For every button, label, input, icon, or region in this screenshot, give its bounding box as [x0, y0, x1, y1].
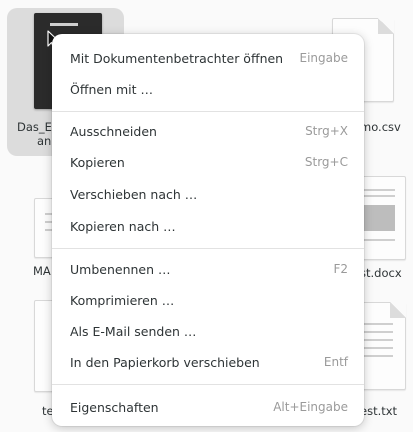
file-name: mo.csv	[360, 120, 401, 134]
thumbnail-title-bar	[50, 23, 78, 26]
menu-separator	[52, 248, 364, 249]
menu-separator	[52, 384, 364, 385]
menu-item-label: Öffnen mit …	[70, 81, 153, 97]
image-block	[363, 205, 395, 231]
text-line	[361, 347, 393, 349]
text-line	[363, 189, 395, 191]
menu-item-label: Ausschneiden	[70, 123, 157, 139]
menu-item-label: Verschieben nach …	[70, 186, 198, 202]
menu-item-rename[interactable]: Umbenennen … F2	[58, 254, 358, 284]
page-fold-icon	[390, 302, 406, 318]
menu-item-copy-to[interactable]: Kopieren nach …	[58, 211, 358, 241]
menu-item-compress[interactable]: Komprimieren …	[58, 285, 358, 315]
text-line	[363, 239, 395, 241]
menu-item-label: In den Papierkorb verschieben	[70, 354, 260, 370]
menu-item-label: Mit Dokumentenbetrachter öffnen	[70, 50, 284, 66]
menu-item-properties[interactable]: Eigenschaften Alt+Eingabe	[58, 392, 358, 422]
menu-item-label: Eigenschaften	[70, 399, 159, 415]
text-line	[361, 331, 393, 333]
menu-item-send-as-email[interactable]: Als E-Mail senden …	[58, 316, 358, 346]
file-name: est.txt	[360, 404, 398, 418]
context-menu: Mit Dokumentenbetrachter öffnen Eingabe …	[52, 34, 364, 426]
menu-item-label: Komprimieren …	[70, 292, 175, 308]
menu-item-copy[interactable]: Kopieren Strg+C	[58, 147, 358, 177]
menu-item-shortcut: F2	[333, 262, 348, 276]
text-line	[361, 339, 393, 341]
menu-item-move-to[interactable]: Verschieben nach …	[58, 179, 358, 209]
menu-item-cut[interactable]: Ausschneiden Strg+X	[58, 116, 358, 146]
menu-separator	[52, 111, 364, 112]
menu-item-shortcut: Entf	[323, 355, 348, 369]
menu-item-label: Umbenennen …	[70, 261, 171, 277]
text-line	[361, 323, 393, 325]
text-line	[363, 195, 395, 197]
file-name: st.docx	[360, 266, 402, 280]
menu-item-shortcut: Eingabe	[299, 51, 349, 65]
menu-item-label: Als E-Mail senden …	[70, 323, 197, 339]
menu-item-open-with[interactable]: Öffnen mit …	[58, 74, 358, 104]
menu-item-shortcut: Strg+C	[304, 155, 348, 169]
menu-item-label: Kopieren nach …	[70, 218, 176, 234]
menu-item-shortcut: Strg+X	[305, 124, 348, 138]
menu-item-move-to-trash[interactable]: In den Papierkorb verschieben Entf	[58, 347, 358, 377]
menu-item-shortcut: Alt+Eingabe	[273, 400, 348, 414]
text-line	[361, 355, 393, 357]
menu-item-label: Kopieren	[70, 154, 125, 170]
page-fold-icon	[378, 18, 394, 34]
menu-item-open-with-document-viewer[interactable]: Mit Dokumentenbetrachter öffnen Eingabe	[58, 43, 358, 73]
